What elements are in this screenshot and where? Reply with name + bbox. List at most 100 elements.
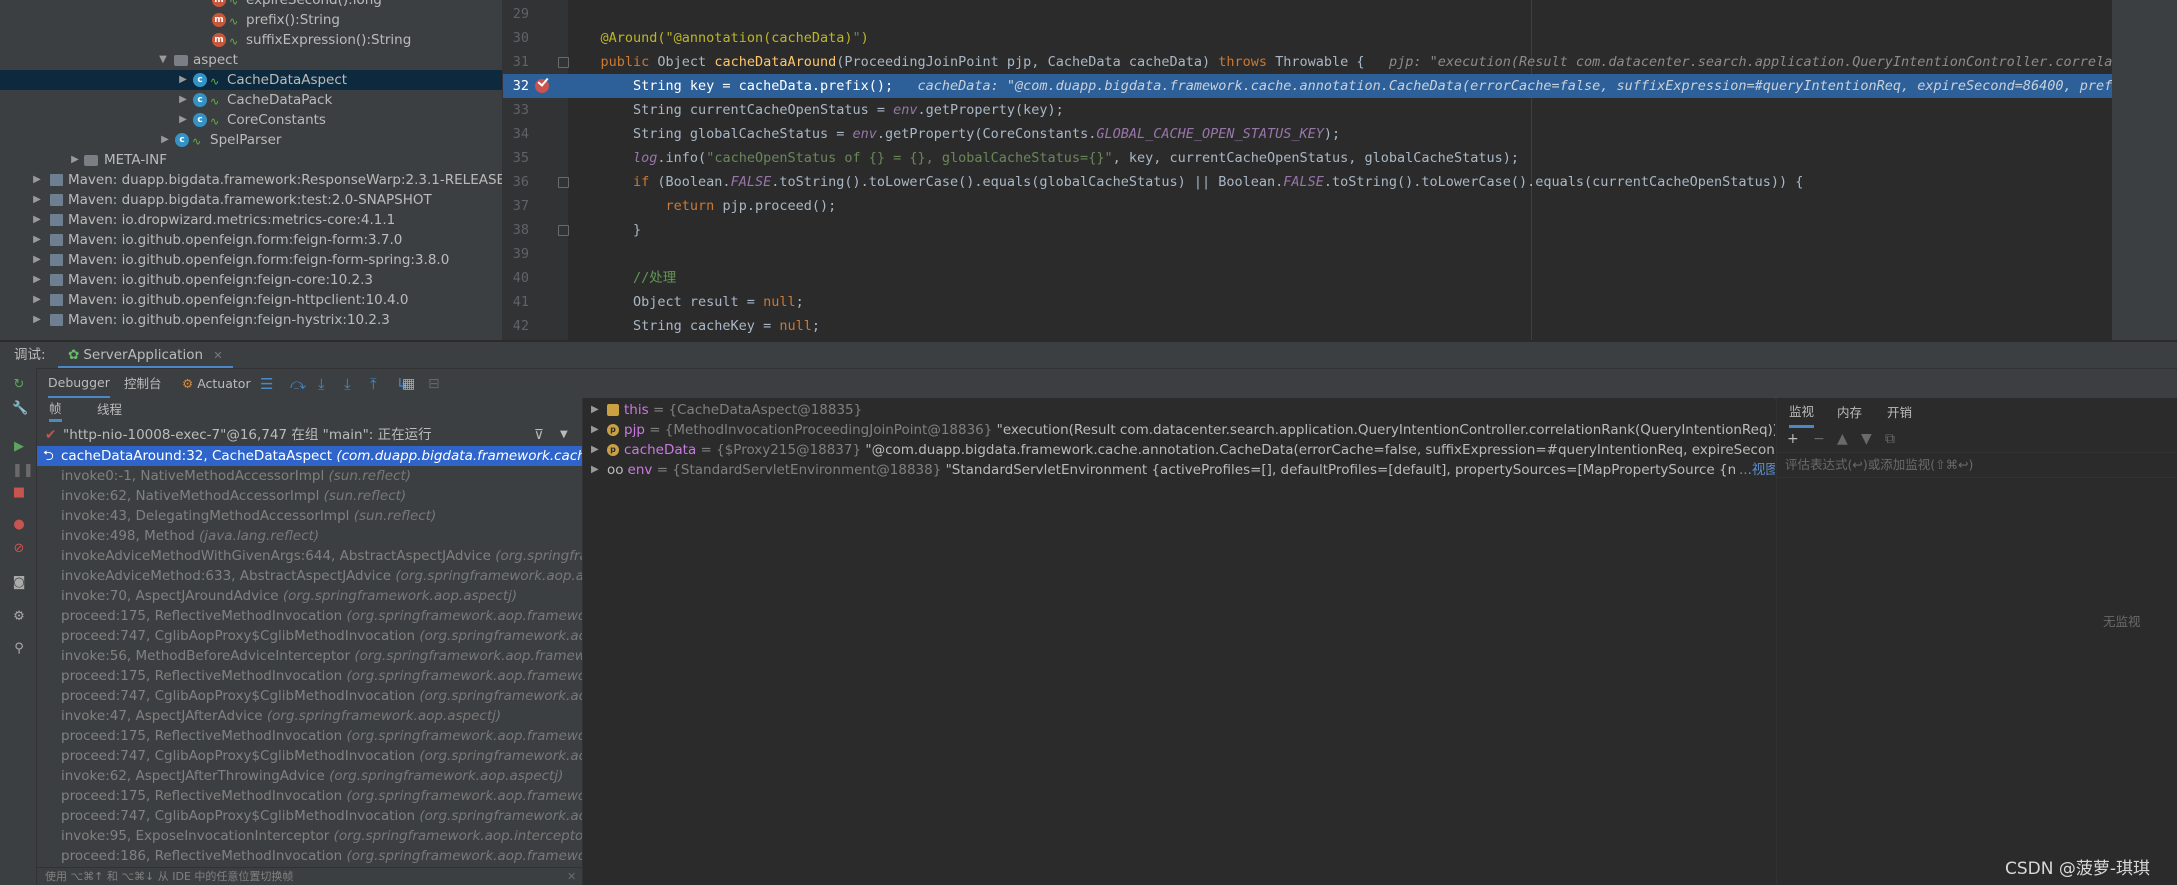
chevron-right-icon[interactable]: ▶ — [32, 230, 42, 250]
stack-frame[interactable]: invoke:70, AspectJAroundAdvice (org.spri… — [37, 586, 582, 606]
tree-item[interactable]: ▶ Maven: io.github.openfeign:feign-core:1… — [0, 270, 502, 290]
stack-frame[interactable]: proceed:747, CglibAopProxy$CglibMethodIn… — [37, 686, 582, 706]
stack-frame[interactable]: proceed:175, ReflectiveMethodInvocation … — [37, 786, 582, 806]
add-watch-icon[interactable]: + — [1787, 428, 1799, 450]
mute-breakpoints-icon[interactable]: ⊘ — [12, 542, 26, 556]
view-breakpoints-icon[interactable]: ● — [12, 518, 26, 532]
code-editor[interactable]: 29 30 31 32 33 34 35 36 37 38 39 40 41 42 @Around("@a… — [503, 0, 2112, 340]
stack-frame[interactable]: proceed:747, CglibAopProxy$CglibMethodIn… — [37, 806, 582, 826]
gutter-line[interactable]: 31 — [503, 50, 569, 74]
gutter-line[interactable]: 41 — [503, 290, 568, 314]
stack-frame[interactable]: invoke:498, Method (java.lang.reflect) — [37, 526, 582, 546]
tree-item[interactable]: ▶ Maven: duapp.bigdata.framework:test:2.0… — [0, 190, 502, 210]
variable-row[interactable]: ▶ oo env = {StandardServletEnvironment@188… — [583, 460, 1775, 480]
tab-debugger[interactable]: Debugger — [48, 369, 110, 399]
gutter-line[interactable]: 37 — [503, 194, 568, 218]
menu-icon[interactable]: ☰ — [260, 369, 273, 399]
stack-frame[interactable]: invokeAdviceMethod:633, AbstractAspectJA… — [37, 566, 582, 586]
chevron-right-icon[interactable]: ▶ — [591, 460, 599, 480]
step-over-icon[interactable]: ⤼ — [290, 369, 306, 399]
chevron-right-icon[interactable]: ▶ — [32, 290, 42, 310]
stack-frame[interactable]: invokeAdviceMethodWithGivenArgs:644, Abs… — [37, 546, 582, 566]
code-line[interactable]: @Around("@annotation(cacheData)") — [568, 26, 2112, 50]
gutter-line[interactable]: 36 — [503, 170, 569, 194]
tree-item[interactable]: ▶ c ∿ CacheDataAspect — [0, 70, 502, 90]
variable-row[interactable]: ▶ p pjp = {MethodInvocationProceedingJoinP… — [583, 420, 1775, 440]
current-execution-line[interactable]: String key = cacheData.prefix(); cacheDa… — [568, 74, 2112, 98]
code-line[interactable]: String currentCacheOpenStatus = env.getP… — [568, 98, 2112, 122]
tree-item[interactable]: ▶ Maven: io.github.openfeign.form:feign-f… — [0, 230, 502, 250]
code-line[interactable]: Object result = null; — [568, 290, 2112, 314]
chevron-right-icon[interactable]: ▶ — [160, 130, 170, 150]
stack-frame[interactable]: proceed:747, CglibAopProxy$CglibMethodIn… — [37, 626, 582, 646]
move-down-icon[interactable]: ▼ — [1861, 428, 1872, 450]
code-line[interactable]: String globalCacheStatus = env.getProper… — [568, 122, 2112, 146]
chevron-right-icon[interactable]: ▶ — [178, 70, 188, 90]
chevron-right-icon[interactable]: ▶ — [178, 90, 188, 110]
remove-watch-icon[interactable]: − — [1813, 428, 1825, 450]
chevron-right-icon[interactable]: ▶ — [178, 110, 188, 130]
chevron-right-icon[interactable]: ▶ — [32, 170, 42, 190]
tab-watches[interactable]: 监视 — [1789, 398, 1815, 428]
gutter-line[interactable]: 35 — [503, 146, 568, 170]
watch-expression-input[interactable]: 评估表达式(↩)或添加监视(⇧⌘↩) — [1785, 453, 1973, 477]
tree-item[interactable]: m ∿ expireSecond():long — [0, 0, 502, 10]
code-line[interactable]: //处理 — [568, 266, 2112, 290]
gutter-line[interactable]: 30 — [503, 26, 568, 50]
variable-row[interactable]: ▶ p cacheData = {$Proxy215@18837} "@com.du… — [583, 440, 1775, 460]
stack-frame[interactable]: invoke:47, AspectJAfterAdvice (org.sprin… — [37, 706, 582, 726]
gutter-line[interactable]: 33 — [503, 98, 568, 122]
stack-frame[interactable]: proceed:747, CglibAopProxy$CglibMethodIn… — [37, 746, 582, 766]
thread-selector[interactable]: "http-nio-10008-exec-7"@16,747 在组 "main"… — [63, 424, 432, 446]
tree-item[interactable]: ▶ Maven: io.github.openfeign:feign-hystri… — [0, 310, 502, 330]
gutter-line[interactable]: 32 — [503, 74, 568, 98]
tree-item[interactable]: ▶ Maven: io.dropwizard.metrics:metrics-co… — [0, 210, 502, 230]
chevron-down-icon[interactable]: ▼ — [158, 50, 168, 70]
tree-item[interactable]: ▼ aspect — [0, 50, 502, 70]
tab-threads[interactable]: 线程 — [97, 398, 122, 422]
code-line[interactable] — [568, 242, 2112, 266]
chevron-right-icon[interactable]: ▶ — [70, 150, 80, 170]
chevron-right-icon[interactable]: ▶ — [32, 190, 42, 210]
hint-close-icon[interactable]: ✕ — [567, 868, 576, 885]
tree-item[interactable]: m ∿ prefix():String — [0, 10, 502, 30]
tab-console[interactable]: 控制台 — [124, 369, 162, 399]
rerun-icon[interactable]: ↻ — [12, 378, 26, 392]
variable-row[interactable]: ▶ this = {CacheDataAspect@18835} — [583, 400, 1775, 420]
chevron-right-icon[interactable]: ▶ — [32, 250, 42, 270]
tree-item[interactable]: ▶ Maven: io.github.openfeign:feign-httpcl… — [0, 290, 502, 310]
code-line[interactable] — [568, 2, 2112, 26]
stack-frame[interactable]: proceed:175, ReflectiveMethodInvocation … — [37, 666, 582, 686]
stack-frame[interactable]: invoke:62, NativeMethodAccessorImpl (sun… — [37, 486, 582, 506]
stack-frame[interactable]: invoke0:-1, NativeMethodAccessorImpl (su… — [37, 466, 582, 486]
code-line[interactable]: return pjp.proceed(); — [568, 194, 2112, 218]
tree-item[interactable]: ▶ Maven: io.github.openfeign.form:feign-f… — [0, 250, 502, 270]
code-line[interactable]: log.info("cacheOpenStatus of {} = {}, gl… — [568, 146, 2112, 170]
code-line[interactable]: public Object cacheDataAround(Proceeding… — [568, 50, 2113, 74]
pin-icon[interactable]: ⚲ — [12, 642, 26, 656]
gutter-line[interactable]: 38 — [503, 218, 569, 242]
gutter-line[interactable]: 39 — [503, 242, 568, 266]
tree-item[interactable]: ▶ c ∿ SpelParser — [0, 130, 502, 150]
stop-icon[interactable]: ■ — [12, 486, 26, 500]
code-line[interactable]: } — [568, 218, 2112, 242]
chevron-right-icon[interactable]: ▶ — [591, 440, 599, 460]
tree-item[interactable]: ▶ c ∿ CacheDataPack — [0, 90, 502, 110]
stack-frame[interactable]: invoke:95, ExposeInvocationInterceptor (… — [37, 826, 582, 846]
pause-icon[interactable]: ❚❚ — [12, 464, 34, 478]
stack-frame[interactable]: proceed:186, ReflectiveMethodInvocation … — [37, 846, 582, 866]
chevron-right-icon[interactable]: ▶ — [591, 400, 599, 420]
editor-gutter[interactable]: 29 30 31 32 33 34 35 36 37 38 39 40 41 42 — [503, 0, 569, 340]
breakpoint-icon[interactable] — [535, 79, 549, 93]
stack-frame[interactable]: invoke:43, DelegatingMethodAccessorImpl … — [37, 506, 582, 526]
view-link[interactable]: ...视图 — [1735, 460, 1775, 480]
gutter-line[interactable]: 29 — [503, 2, 568, 26]
resume-icon[interactable]: ▶ — [12, 440, 26, 454]
chevron-right-icon[interactable]: ▶ — [32, 270, 42, 290]
step-into-icon[interactable]: ⤓ — [318, 369, 325, 399]
chevron-right-icon[interactable]: ▶ — [32, 310, 42, 330]
trace-icon[interactable]: ⊟ — [428, 369, 440, 399]
settings-wrench-icon[interactable]: 🔧 — [12, 402, 28, 416]
stack-frame[interactable]: invoke:56, MethodBeforeAdviceInterceptor… — [37, 646, 582, 666]
tree-item[interactable]: ▶ META-INF — [0, 150, 502, 170]
